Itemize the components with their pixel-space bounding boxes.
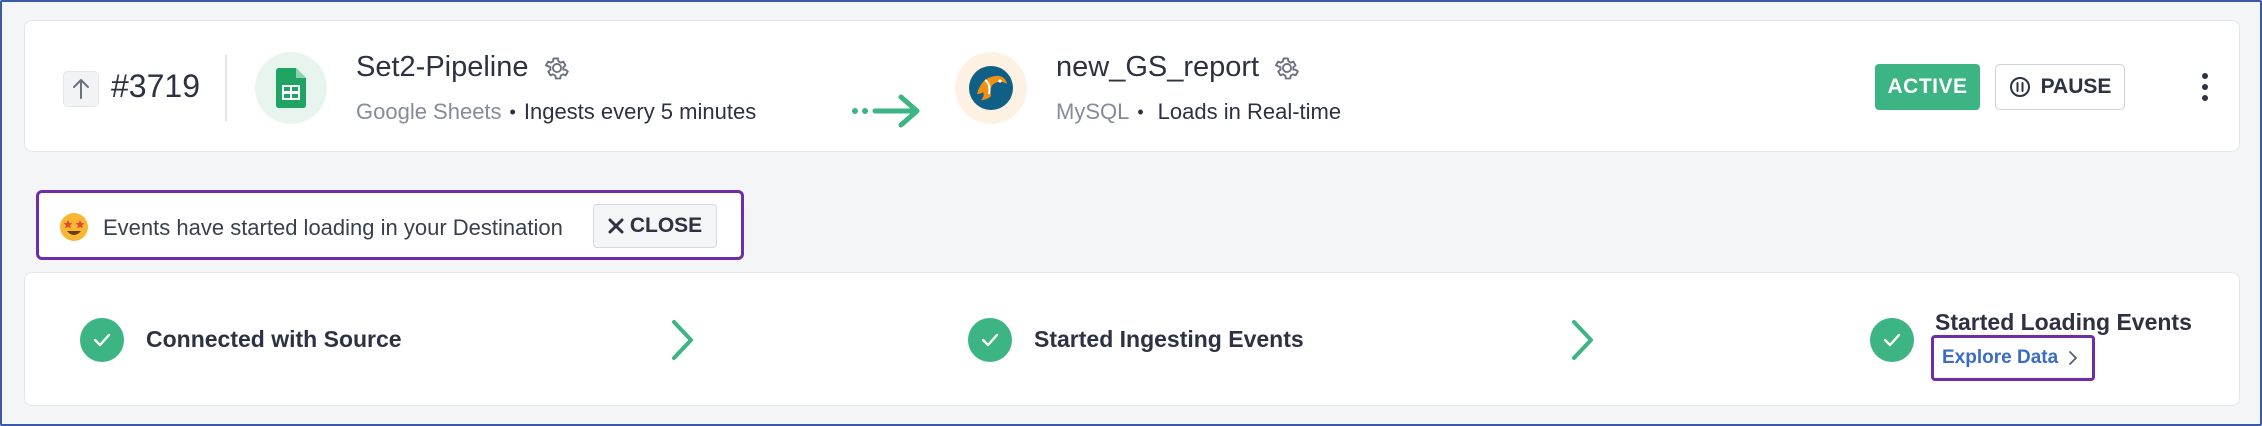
chevron-right-icon [2069,351,2078,365]
destination-meta: MySQL • Loads in Real-time [1056,99,1341,125]
star-struck-emoji-icon [60,213,88,241]
destination-type: MySQL [1056,99,1130,124]
mysql-dolphin-icon [969,66,1013,110]
arrow-up-icon [73,79,89,99]
destination-logo [955,52,1027,124]
destination-frequency: Loads in Real-time [1157,99,1342,124]
step-complete-check-icon [1870,318,1914,362]
chevron-right-icon [672,320,693,360]
source-name[interactable]: Set2-Pipeline [356,51,529,84]
step-label-loading: Started Loading Events [1935,309,2192,335]
destination-settings-gear-icon[interactable] [1273,54,1301,82]
notification-banner: Events have started loading in your Dest… [36,190,744,260]
flow-arrow-icon [852,94,920,128]
progress-steps-card: Connected with Source Started Ingesting … [24,272,2240,406]
pipeline-header-card: #3719 Set2-Pipeline Google Sheets • Inge… [24,20,2240,152]
destination-name[interactable]: new_GS_report [1056,51,1259,84]
explore-data-label: Explore Data [1942,347,2059,368]
step-label-connected: Connected with Source [146,326,402,352]
pause-label: PAUSE [2040,75,2112,98]
pause-button[interactable]: PAUSE [1995,64,2125,110]
status-badge: ACTIVE [1875,64,1980,110]
chevron-right-icon [1572,320,1593,360]
google-sheets-icon [276,68,306,108]
source-frequency: Ingests every 5 minutes [523,99,757,124]
close-label: CLOSE [629,214,703,237]
step-complete-check-icon [968,318,1012,362]
separator-dot: • [1137,101,1144,122]
close-icon [608,218,624,234]
source-meta: Google Sheets • Ingests every 5 minutes [356,99,756,125]
pause-circle-icon [2009,77,2030,97]
pipeline-number: #3719 [111,68,200,104]
source-name-row: Set2-Pipeline [356,51,571,84]
banner-message: Events have started loading in your Dest… [103,215,563,240]
step-complete-check-icon [80,318,124,362]
destination-name-row: new_GS_report [1056,51,1301,84]
separator-dot: • [509,101,516,122]
divider [225,55,227,121]
more-options-icon[interactable] [2185,67,2225,107]
source-type: Google Sheets [356,99,502,124]
source-settings-gear-icon[interactable] [543,54,571,82]
move-up-button[interactable] [63,71,99,107]
source-logo [255,52,327,124]
explore-data-link[interactable]: Explore Data [1931,335,2095,381]
close-button[interactable]: CLOSE [593,204,717,248]
step-label-ingesting: Started Ingesting Events [1034,326,1304,352]
